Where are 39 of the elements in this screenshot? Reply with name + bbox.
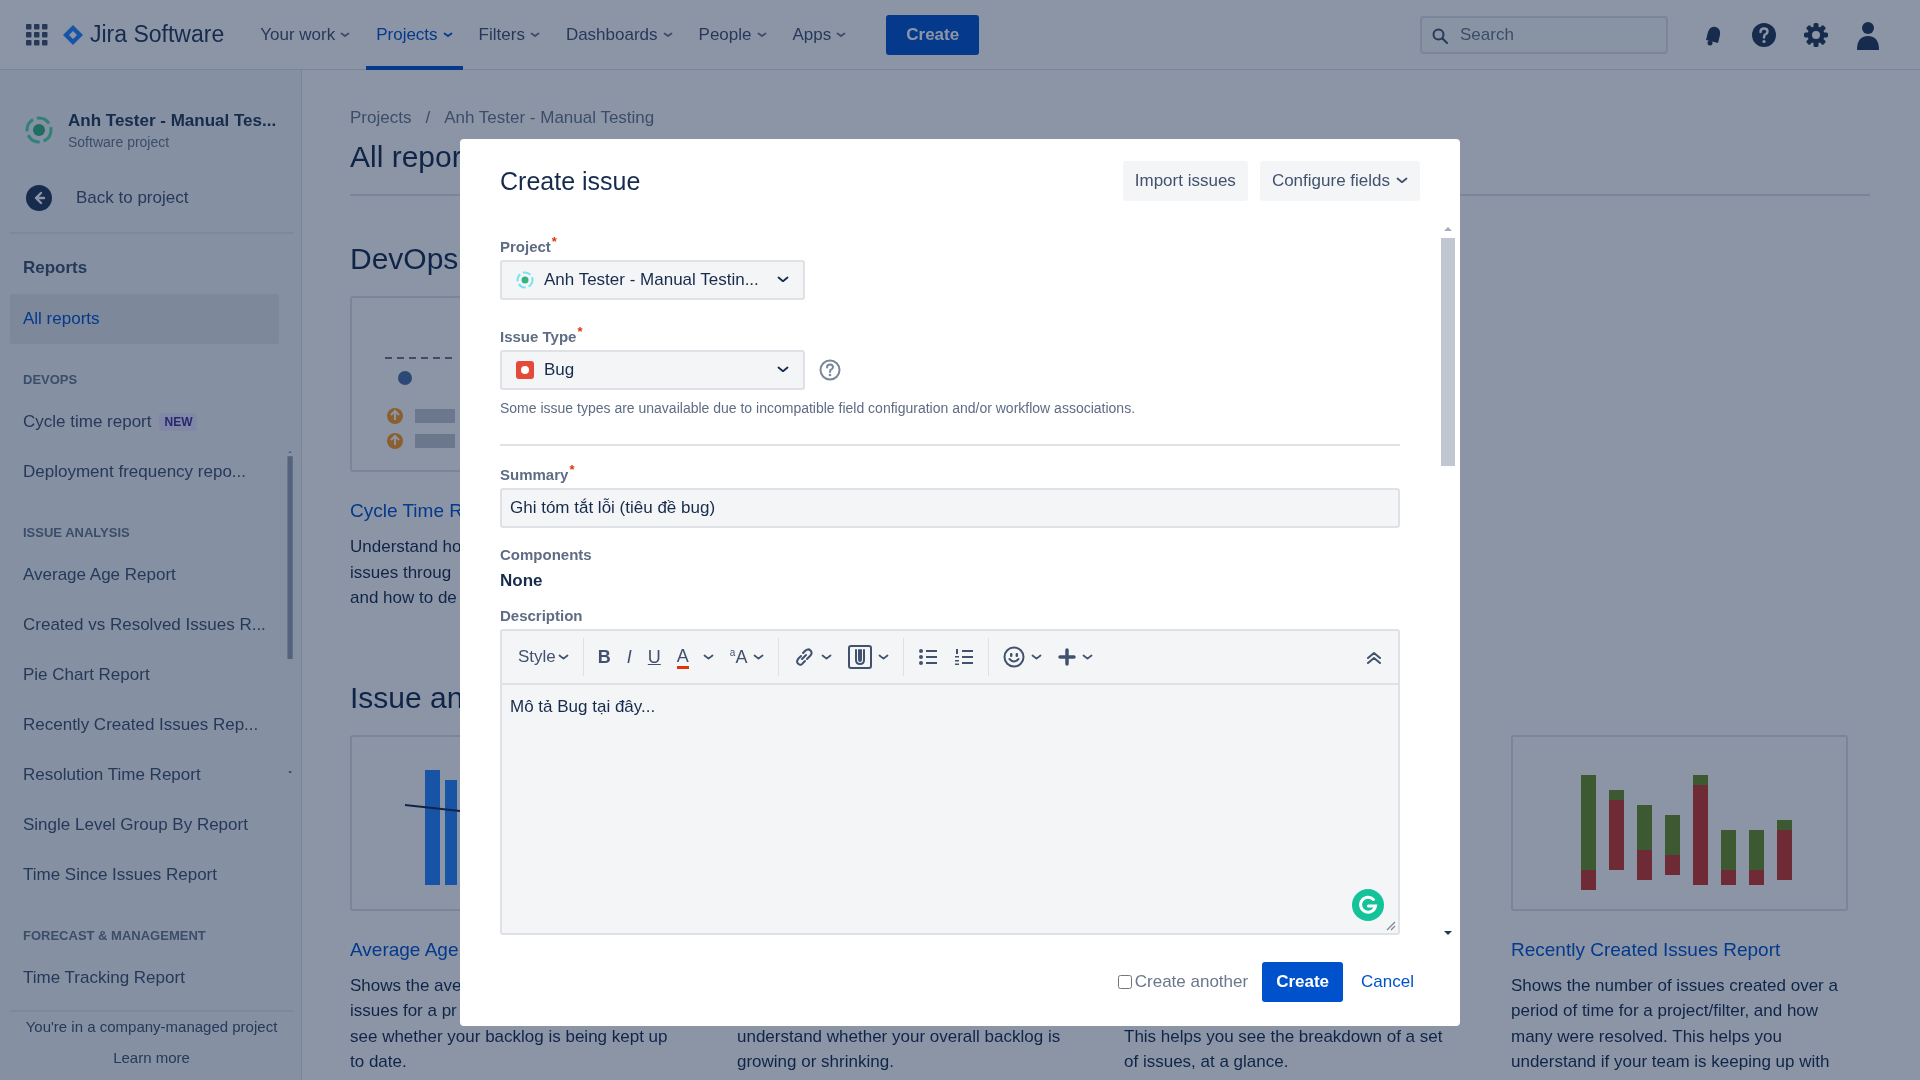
sidebar-heading: Reports: [22, 257, 89, 279]
section-title: DevOps: [350, 242, 459, 276]
description-line: issues for a pr: [350, 1000, 457, 1022]
field-value: None: [500, 571, 543, 591]
description-line: Understand ho: [350, 536, 462, 558]
description-line: growing or shrinking.: [737, 1051, 894, 1073]
description-line: see whether your backlog is being kept up: [350, 1025, 668, 1048]
footer-note: You're in a company-managed project: [25, 1018, 278, 1035]
app-name: Jira Software: [90, 21, 225, 48]
description-line: many were resolved. This helps you: [1511, 1025, 1782, 1048]
required-mark: *: [577, 324, 583, 341]
section-heading: FORECAST & MANAGEMENT: [22, 927, 207, 945]
new-badge: NEW: [159, 413, 198, 431]
field-label: Summary: [500, 466, 569, 483]
field-label: Components: [500, 546, 592, 563]
project-type: Software project: [68, 133, 171, 150]
required-mark: *: [569, 462, 575, 479]
breadcrumb-separator: /: [425, 108, 431, 128]
dialog-title: Create issue: [500, 166, 642, 196]
description-line: Shows the number of issues created over a: [1511, 974, 1838, 997]
description-line: issues throug: [350, 561, 452, 584]
description-line: This helps you see the breakdown of a set: [1124, 1025, 1443, 1048]
checkbox-label: Create another: [1134, 972, 1249, 992]
description-line: Shows the ave: [350, 974, 462, 997]
field-label: Project: [500, 238, 551, 255]
section-heading: ISSUE ANALYSIS: [22, 524, 131, 542]
description-line: understand if your team is keeping up with: [1511, 1051, 1830, 1073]
description-line: understand whether your overall backlog is: [737, 1025, 1061, 1048]
section-heading: DEVOPS: [22, 371, 79, 389]
page-title: All repor: [350, 140, 462, 174]
description-line: period of time for a project/filter, and how: [1511, 1000, 1819, 1022]
field-hint: Some issue types are unavailable due to incompatible field configuration and/or workflow associations.: [500, 400, 1136, 416]
field-label: Issue Type: [500, 328, 577, 345]
project-name: Anh Tester - Manual Tes...: [68, 110, 277, 131]
field-label: Description: [500, 607, 583, 624]
description-line: to date.: [350, 1051, 407, 1073]
description-line: and how to de: [350, 587, 457, 609]
description-line: of issues, at a glance.: [1124, 1051, 1289, 1073]
required-mark: *: [551, 234, 557, 251]
